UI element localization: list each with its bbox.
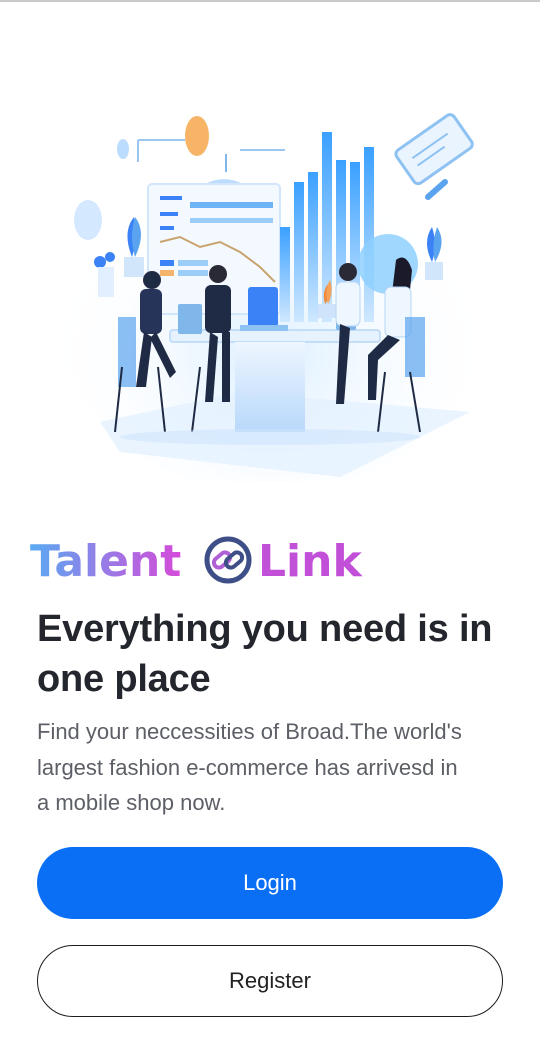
description-line-2: largest fashion e-commerce has arrivesd … — [37, 754, 458, 780]
description-line-1: Find your neccessities of Broad.The worl… — [37, 719, 462, 744]
headline-line-1: Everything you need is in — [37, 608, 493, 650]
brand-part2: Link — [258, 536, 363, 585]
team-meeting-illustration — [60, 113, 480, 482]
chain-link-icon — [204, 536, 252, 584]
talentlink-logo: Talent Link — [30, 536, 363, 585]
register-button-label: Register — [229, 968, 311, 993]
page-description: Find your neccessities of Broad.The worl… — [37, 714, 507, 821]
register-button[interactable]: Register — [37, 945, 503, 1017]
brand-part1: Talent — [30, 536, 181, 585]
page-headline: Everything you need is in one place — [37, 604, 507, 704]
description-line-3: a mobile shop now. — [37, 790, 226, 815]
login-button[interactable]: Login — [37, 847, 503, 919]
login-button-label: Login — [243, 870, 297, 895]
status-divider — [0, 0, 540, 2]
headline-line-2: one place — [37, 658, 211, 700]
